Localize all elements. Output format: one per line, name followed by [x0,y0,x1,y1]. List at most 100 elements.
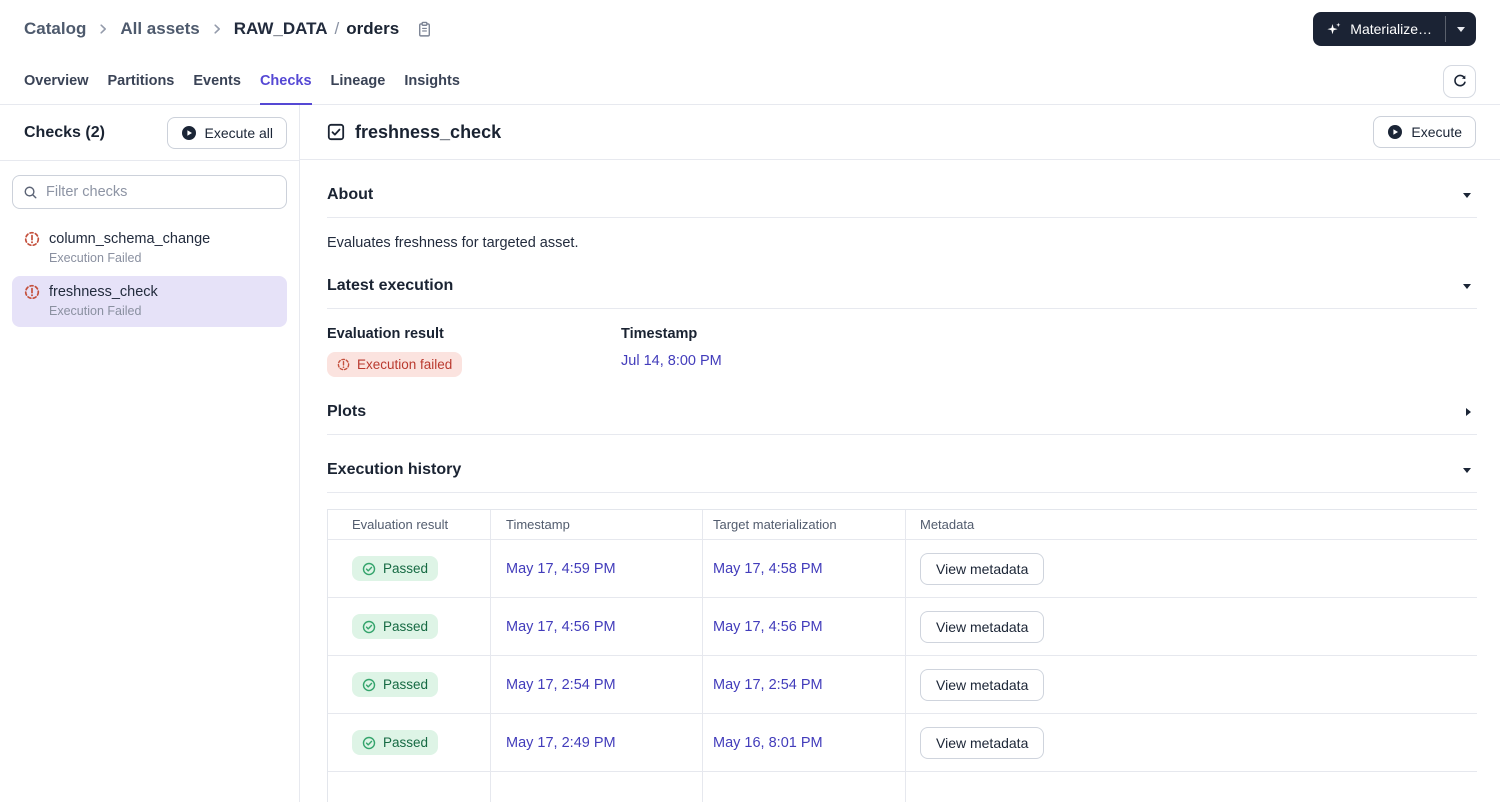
check-status: Execution Failed [49,304,142,318]
filter-checks-input[interactable] [46,184,276,200]
expand-plots-button[interactable] [1460,404,1477,420]
collapse-latest-execution-button[interactable] [1457,280,1477,293]
check-circle-icon [362,562,376,576]
table-row: Passed May 17, 2:49 PM May 16, 8:01 PM V… [328,714,1477,773]
materialize-dropdown-button[interactable] [1446,12,1476,46]
evaluation-result-label: Evaluation result [327,326,444,343]
tab-label: Events [193,73,241,89]
row-target-link[interactable]: May 17, 4:56 PM [713,619,823,635]
check-circle-icon [362,736,376,750]
evaluation-result-field: Evaluation result Execution failed [327,326,621,378]
check-detail-header: freshness_check Execute [300,105,1500,161]
check-list: column_schema_change Execution Failed fr… [0,221,299,329]
execute-all-button[interactable]: Execute all [166,116,287,149]
collapse-execution-history-button[interactable] [1457,464,1477,477]
check-list-item-freshness_check[interactable]: freshness_check Execution Failed [12,276,287,327]
plots-section-header: Plots [327,403,1477,436]
chevron-down-icon [1463,283,1471,289]
materialize-button[interactable]: Materialize… [1313,12,1445,46]
tab-label: Insights [404,73,460,89]
breadcrumb-catalog[interactable]: Catalog [24,19,86,39]
search-icon [23,185,38,200]
execution-failed-badge: Execution failed [327,352,463,378]
column-header-target-materialization: Target materialization [703,510,906,540]
tab-partitions[interactable]: Partitions [108,58,175,104]
timestamp-label: Timestamp [621,326,698,343]
chevron-right-icon [211,23,223,35]
execution-failed-icon [24,284,40,300]
table-row: Passed May 17, 4:59 PM May 17, 4:58 PM V… [328,540,1477,599]
asset-path-separator: / [334,19,340,38]
execute-label: Execute [1411,124,1462,141]
content-area: Checks (2) Execute all Filter checks col… [0,105,1500,802]
filter-checks-box [12,175,287,209]
passed-badge: Passed [352,672,439,698]
execution-history-table: Evaluation result Timestamp Target mater… [327,509,1477,802]
latest-execution-section-header: Latest execution [327,277,1477,310]
row-timestamp-link[interactable]: May 17, 2:54 PM [506,677,616,693]
tab-checks[interactable]: Checks [259,58,312,105]
sparkles-icon [1326,21,1342,37]
execute-button[interactable]: Execute [1373,116,1476,149]
tab-events[interactable]: Events [193,58,241,104]
sidebar-header: Checks (2) Execute all [0,105,299,161]
row-target-link[interactable]: May 17, 4:58 PM [713,561,823,577]
passed-badge: Passed [352,730,439,756]
view-metadata-button[interactable]: View metadata [920,726,1045,759]
row-timestamp-link[interactable]: May 17, 4:59 PM [506,561,616,577]
row-timestamp-link[interactable]: May 17, 4:56 PM [506,619,616,635]
row-target-link[interactable]: May 17, 2:54 PM [713,677,823,693]
check-circle-icon [362,678,376,692]
tab-lineage[interactable]: Lineage [331,58,386,104]
materialize-split-button: Materialize… [1313,12,1476,46]
materialize-label: Materialize… [1350,21,1432,37]
passed-badge-label: Passed [383,735,429,751]
checks-count-title: Checks (2) [24,123,105,141]
about-section-header: About [327,186,1477,219]
latest-timestamp-link[interactable]: Jul 14, 8:00 PM [621,353,722,369]
passed-badge-label: Passed [383,619,429,635]
plots-title: Plots [327,403,367,421]
execution-failed-icon [24,231,40,247]
view-metadata-button[interactable]: View metadata [920,552,1045,585]
execution-history-title: Execution history [327,461,462,479]
view-metadata-button[interactable]: View metadata [920,610,1045,643]
check-detail-panel: freshness_check Execute About Evaluates … [300,105,1500,802]
view-metadata-button[interactable]: View metadata [920,668,1045,701]
check-name: freshness_check [49,284,158,300]
collapse-about-button[interactable] [1457,189,1477,202]
about-description: Evaluates freshness for targeted asset. [327,235,579,252]
top-header: Catalog All assets RAW_DATA / orders Mat… [0,0,1500,58]
execution-history-body: Passed May 17, 4:59 PM May 17, 4:58 PM V… [328,540,1477,773]
table-header-row: Evaluation result Timestamp Target mater… [328,510,1477,541]
execute-all-label: Execute all [204,124,273,141]
refresh-button[interactable] [1443,64,1476,98]
asset-tab-bar: Overview Partitions Events Checks Lineag… [0,58,1500,105]
check-detail-body: About Evaluates freshness for targeted a… [300,160,1500,802]
tab-insights[interactable]: Insights [404,58,460,104]
check-circle-icon [362,620,376,634]
check-list-item-column_schema_change[interactable]: column_schema_change Execution Failed [12,223,287,274]
row-timestamp-link[interactable]: May 17, 2:49 PM [506,735,616,751]
check-square-icon [327,123,345,141]
tabs: Overview Partitions Events Checks Lineag… [24,58,460,105]
breadcrumb-all-assets[interactable]: All assets [120,19,199,39]
tab-label: Checks [259,73,312,89]
latest-execution-fields: Evaluation result Execution failed Times… [327,326,1477,378]
execution-failed-icon [337,358,350,371]
about-title: About [327,186,374,204]
check-title-group: freshness_check [327,122,501,143]
play-circle-icon [181,125,197,141]
asset-name: orders [346,19,400,38]
table-row: Passed May 17, 4:56 PM May 17, 4:56 PM V… [328,598,1477,657]
row-target-link[interactable]: May 16, 8:01 PM [713,735,823,751]
chevron-right-icon [1466,408,1471,417]
check-name: column_schema_change [49,231,211,247]
table-row [328,772,1477,802]
chevron-down-icon [1463,192,1471,198]
passed-badge-label: Passed [383,677,429,693]
copy-asset-name-button[interactable] [416,21,433,38]
checks-sidebar: Checks (2) Execute all Filter checks col… [0,105,300,802]
tab-overview[interactable]: Overview [24,58,89,104]
asset-group-name: RAW_DATA [233,19,328,38]
